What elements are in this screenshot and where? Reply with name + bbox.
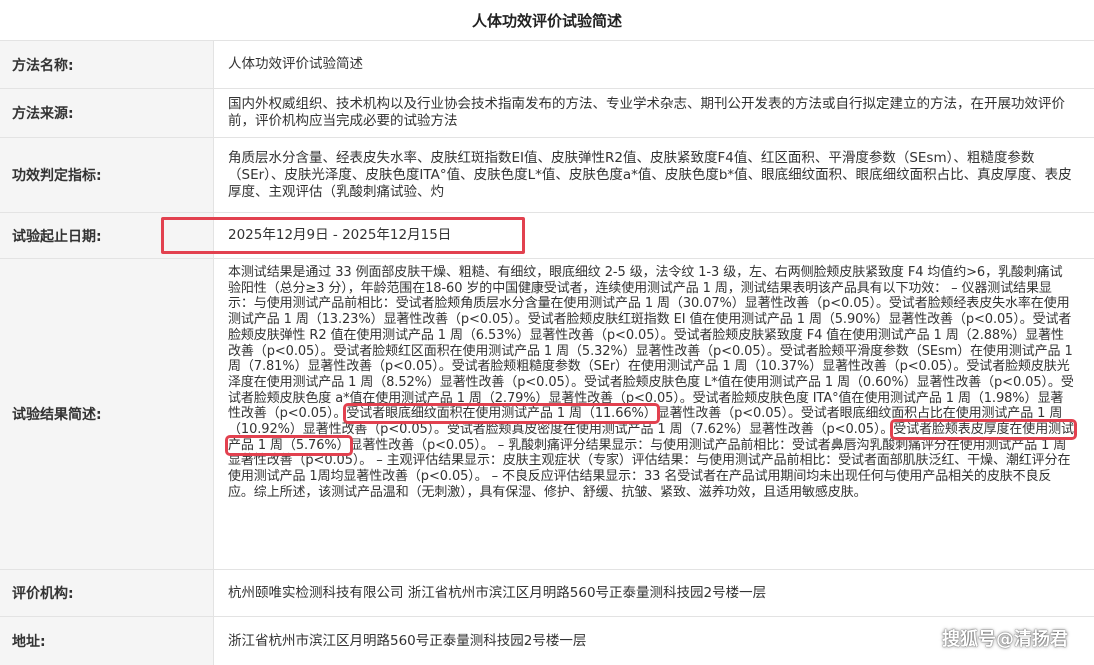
row-efficacy-indicators: 功效判定指标: 角质层水分含量、经表皮失水率、皮肤红斑指数EI值、皮肤弹性R2值… — [0, 138, 1094, 213]
row-address: 地址: 浙江省杭州市滨江区月明路560号正泰量测科技园2号楼一层 — [0, 617, 1094, 665]
highlight-eye-fine-lines: 受试者眼底细纹面积在使用测试产品 1 周（11.66%） — [343, 403, 660, 425]
row-label: 试验起止日期: — [0, 213, 214, 258]
row-label: 评价机构: — [0, 570, 214, 616]
row-label: 地址: — [0, 617, 214, 665]
row-method-name: 方法名称: 人体功效评价试验简述 — [0, 41, 1094, 89]
row-label: 试验结果简述: — [0, 259, 214, 569]
results-text: 本测试结果是通过 33 例面部皮肤干燥、粗糙、有细纹，眼底细纹 2-5 级，法令… — [225, 265, 1077, 501]
row-test-dates: 试验起止日期: 2025年12月9日 - 2025年12月15日 — [0, 213, 1094, 259]
results-text-part: 本测试结果是通过 33 例面部皮肤干燥、粗糙、有细纹，眼底细纹 2-5 级，法令… — [228, 265, 1074, 422]
row-value: 杭州颐唯实检测科技有限公司 浙江省杭州市滨江区月明路560号正泰量测科技园2号楼… — [228, 584, 767, 601]
row-value: 国内外权威组织、技术机构以及行业协会技术指南发布的方法、专业学术杂志、期刊公开发… — [228, 96, 1065, 129]
row-value: 角质层水分含量、经表皮失水率、皮肤红斑指数EI值、皮肤弹性R2值、皮肤紧致度F4… — [228, 149, 1072, 200]
row-label: 方法来源: — [0, 89, 214, 137]
row-evaluation-org: 评价机构: 杭州颐唯实检测科技有限公司 浙江省杭州市滨江区月明路560号正泰量测… — [0, 570, 1094, 617]
row-method-source: 方法来源: 国内外权威组织、技术机构以及行业协会技术指南发布的方法、专业学术杂志… — [0, 89, 1094, 138]
row-value: 本测试结果是通过 33 例面部皮肤干燥、粗糙、有细纹，眼底细纹 2-5 级，法令… — [225, 259, 1077, 569]
row-label: 方法名称: — [0, 41, 214, 88]
row-value: 2025年12月9日 - 2025年12月15日 — [228, 227, 452, 243]
page-title: 人体功效评价试验简述 — [0, 0, 1094, 41]
watermark: 搜狐号@清扬君 — [942, 629, 1068, 650]
row-label: 功效判定指标: — [0, 138, 214, 212]
row-value: 人体功效评价试验简述 — [228, 56, 363, 72]
row-results-summary: 试验结果简述: 本测试结果是通过 33 例面部皮肤干燥、粗糙、有细纹，眼底细纹 … — [0, 259, 1094, 570]
results-text-part: 显著性改善（p<0.05）。 – 乳酸刺痛评分结果显示：与使用测试产品前相比：受… — [228, 437, 1071, 500]
